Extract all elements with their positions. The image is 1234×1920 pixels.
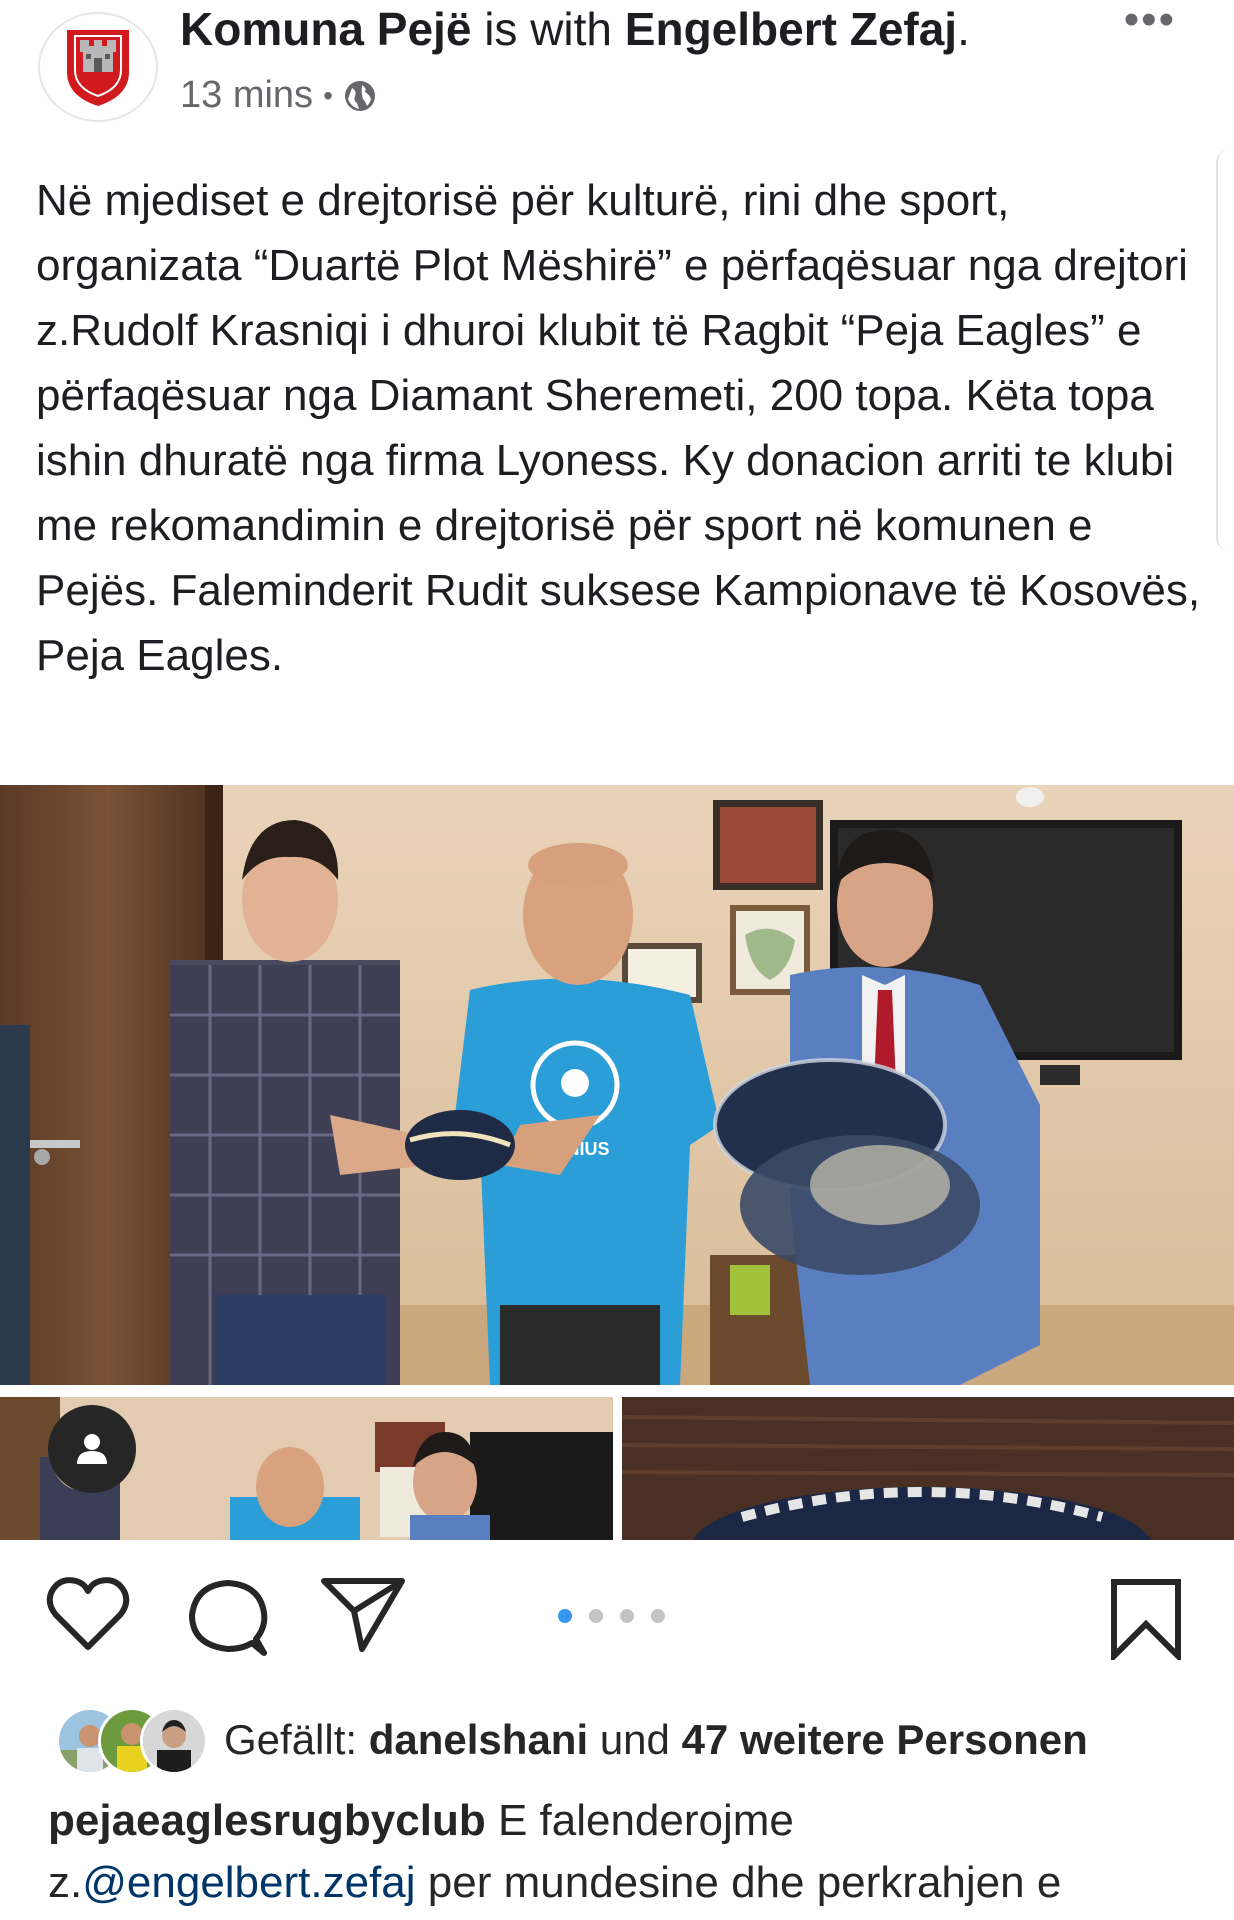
paper-plane-icon[interactable] xyxy=(320,1575,406,1655)
carousel-dot-3 xyxy=(620,1609,634,1623)
caption-text-2: per mundesine dhe perkrahjen e xyxy=(427,1858,1062,1907)
photo-thumbnail-2[interactable] xyxy=(622,1397,1234,1540)
heart-icon[interactable] xyxy=(46,1575,130,1655)
page-name-link[interactable]: Komuna Pejë xyxy=(180,3,471,55)
likes-middle: und xyxy=(599,1716,670,1763)
comment-icon[interactable] xyxy=(186,1575,270,1659)
liker-avatars xyxy=(56,1707,208,1775)
with-text: is with xyxy=(484,3,613,55)
post-body-text: Në mjediset e drejtorisë për kulturë, ri… xyxy=(36,176,1201,680)
post-meta: 13 mins • xyxy=(180,74,377,117)
caption-text-1: E falenderojme xyxy=(497,1796,794,1845)
carousel-dot-1 xyxy=(558,1609,572,1623)
municipality-crest-icon xyxy=(67,30,129,106)
carousel-indicator xyxy=(558,1609,665,1623)
post-header: Komuna Pejë is with Engelbert Zefaj. 13 … xyxy=(0,0,1234,140)
more-dots-icon: ••• xyxy=(1123,0,1176,44)
likes-others-link[interactable]: 47 weitere Personen xyxy=(682,1716,1088,1763)
post-author-line: Komuna Pejë is with Engelbert Zefaj. xyxy=(180,2,970,56)
post-caption: pejaeaglesrugbyclub E falenderojme z.@en… xyxy=(48,1790,1218,1914)
carousel-dot-4 xyxy=(651,1609,665,1623)
scrollbar[interactable] xyxy=(1216,150,1234,550)
page-avatar[interactable] xyxy=(38,12,158,122)
likes-text: Gefällt: danelshani und 47 weitere Perso… xyxy=(224,1716,1088,1764)
tagged-person-link[interactable]: Engelbert Zefaj xyxy=(625,3,957,55)
liker-username-link[interactable]: danelshani xyxy=(369,1716,588,1763)
bookmark-icon[interactable] xyxy=(1108,1578,1184,1660)
more-options-button[interactable]: ••• xyxy=(1124,0,1176,42)
post-time[interactable]: 13 mins xyxy=(180,74,313,117)
globe-icon xyxy=(344,80,375,111)
caption-mention-link[interactable]: @engelbert.zefaj xyxy=(82,1858,415,1907)
meta-separator: • xyxy=(323,79,333,111)
likes-summary[interactable]: Gefällt: danelshani und 47 weitere Perso… xyxy=(56,1705,1088,1775)
caption-mention-prefix: z. xyxy=(48,1858,83,1907)
person-icon xyxy=(77,1434,107,1464)
tagged-suffix: . xyxy=(957,3,970,55)
liker-avatar-3 xyxy=(140,1707,208,1775)
carousel-dot-2 xyxy=(589,1609,603,1623)
main-photo[interactable]: GENIUS xyxy=(0,785,1234,1385)
tag-people-button[interactable] xyxy=(48,1405,136,1493)
likes-prefix: Gefällt: xyxy=(224,1716,358,1763)
caption-username-link[interactable]: pejaeaglesrugbyclub xyxy=(48,1796,486,1845)
